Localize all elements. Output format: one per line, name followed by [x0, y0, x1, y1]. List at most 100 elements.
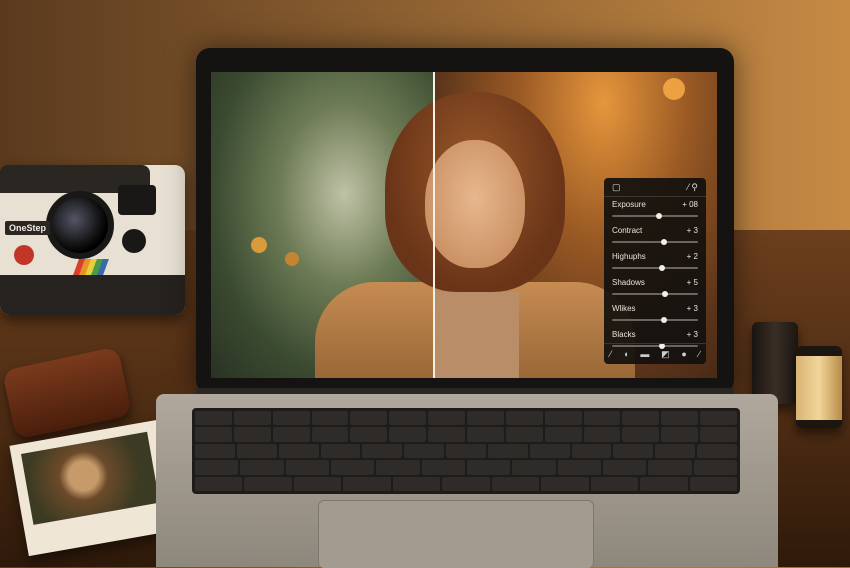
key[interactable]	[693, 460, 737, 475]
key[interactable]	[613, 443, 654, 459]
slider-value: + 5	[686, 278, 698, 287]
adjustments-panel: ▢ ⁄ ⚲ Exposure + 08 Contract + 3 Highuphs + 2…	[604, 178, 706, 364]
instant-camera: OneStep	[0, 165, 185, 315]
key[interactable]	[467, 411, 504, 426]
key[interactable]	[244, 476, 292, 492]
key[interactable]	[697, 443, 737, 459]
key[interactable]	[330, 460, 375, 475]
key[interactable]	[590, 476, 639, 492]
key[interactable]	[529, 443, 570, 459]
brush-icon[interactable]: ⁄	[610, 349, 612, 359]
key[interactable]	[376, 460, 420, 475]
drop-icon[interactable]: ◖	[623, 349, 628, 359]
key[interactable]	[195, 427, 232, 442]
slider-exposure: Exposure + 08	[604, 197, 706, 223]
crop-icon[interactable]: ▢	[612, 182, 621, 193]
spot-heal-icon[interactable]: ⚲	[691, 182, 698, 192]
key[interactable]	[661, 411, 699, 426]
key[interactable]	[466, 460, 511, 475]
key[interactable]	[285, 460, 329, 475]
key[interactable]	[195, 443, 235, 459]
key[interactable]	[655, 443, 696, 459]
key[interactable]	[195, 460, 239, 475]
slider-contract: Contract + 3	[604, 223, 706, 249]
pen-icon[interactable]: ∕	[699, 349, 701, 359]
slider-track[interactable]	[612, 265, 698, 271]
key[interactable]	[544, 411, 582, 426]
slider-thumb[interactable]	[662, 291, 669, 297]
slider-highuphs: Highuphs + 2	[604, 249, 706, 275]
key[interactable]	[311, 411, 349, 426]
circle-icon[interactable]: ●	[681, 349, 686, 359]
key[interactable]	[240, 460, 284, 475]
key[interactable]	[571, 443, 612, 459]
key[interactable]	[661, 427, 699, 442]
key[interactable]	[583, 427, 621, 442]
face	[425, 140, 525, 268]
key[interactable]	[512, 460, 556, 475]
before-after-divider[interactable]	[433, 72, 435, 378]
key[interactable]	[311, 427, 349, 442]
slider-header: Contract + 3	[612, 226, 698, 235]
key[interactable]	[491, 476, 540, 492]
slider-value: + 3	[686, 304, 698, 313]
slider-track[interactable]	[612, 213, 698, 219]
slider-thumb[interactable]	[658, 265, 665, 271]
key[interactable]	[700, 427, 738, 442]
key[interactable]	[293, 476, 342, 492]
mask-icon[interactable]: ▬	[640, 349, 649, 359]
slider-label: Contract	[612, 226, 643, 235]
slider-thumb[interactable]	[660, 239, 667, 245]
slider-label: Highuphs	[612, 252, 646, 261]
key[interactable]	[467, 427, 504, 442]
key[interactable]	[233, 411, 271, 426]
key[interactable]	[428, 427, 466, 442]
slider-header: Blacks + 3	[612, 330, 698, 339]
key[interactable]	[278, 443, 319, 459]
key[interactable]	[350, 411, 388, 426]
key[interactable]	[195, 411, 232, 426]
key[interactable]	[700, 411, 738, 426]
key[interactable]	[236, 443, 277, 459]
key[interactable]	[505, 427, 543, 442]
key[interactable]	[557, 460, 601, 475]
key[interactable]	[421, 460, 465, 475]
slider-track[interactable]	[612, 239, 698, 245]
key[interactable]	[622, 411, 660, 426]
key[interactable]	[233, 427, 271, 442]
key[interactable]	[320, 443, 361, 459]
gradient-icon[interactable]: ◩	[661, 349, 670, 360]
key[interactable]	[640, 476, 688, 492]
portrait-subject	[265, 92, 635, 378]
key[interactable]	[541, 476, 589, 492]
key[interactable]	[272, 427, 310, 442]
key[interactable]	[544, 427, 582, 442]
key[interactable]	[404, 443, 445, 459]
key[interactable]	[689, 476, 737, 492]
key[interactable]	[648, 460, 692, 475]
key[interactable]	[487, 443, 528, 459]
slider-shadows: Shadows + 5	[604, 275, 706, 301]
key[interactable]	[272, 411, 310, 426]
key[interactable]	[622, 427, 660, 442]
key[interactable]	[195, 476, 243, 492]
key[interactable]	[350, 427, 388, 442]
key[interactable]	[602, 460, 647, 475]
key[interactable]	[362, 443, 403, 459]
key[interactable]	[392, 476, 441, 492]
eyedropper-icon[interactable]: ⁄	[688, 182, 690, 192]
slider-thumb[interactable]	[660, 317, 667, 323]
slider-track[interactable]	[612, 317, 698, 323]
key[interactable]	[446, 443, 486, 459]
slider-thumb[interactable]	[656, 213, 663, 219]
key[interactable]	[583, 411, 621, 426]
key[interactable]	[505, 411, 543, 426]
trackpad[interactable]	[318, 500, 594, 568]
key[interactable]	[343, 476, 391, 492]
key[interactable]	[389, 411, 427, 426]
slider-track[interactable]	[612, 291, 698, 297]
key[interactable]	[442, 476, 490, 492]
key[interactable]	[428, 411, 466, 426]
key[interactable]	[389, 427, 427, 442]
slider-header: Shadows + 5	[612, 278, 698, 287]
